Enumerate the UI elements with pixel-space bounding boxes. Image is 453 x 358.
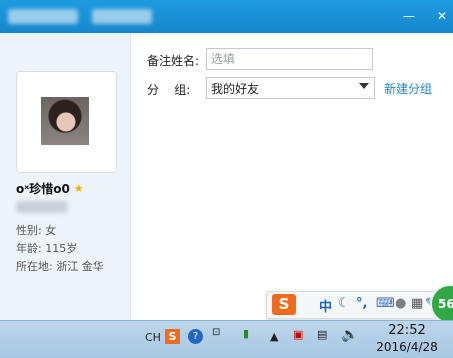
sogou-logo-icon[interactable]: S — [272, 294, 296, 315]
group-select[interactable]: 我的好友 — [206, 77, 375, 99]
help-icon[interactable]: ? — [188, 329, 203, 344]
user-icon[interactable]: ● — [395, 296, 406, 311]
usb-icon[interactable]: ▮ — [243, 327, 249, 340]
nickname: oˣ珍惜o0 ★ — [16, 180, 84, 197]
minimize-button[interactable]: — — [398, 6, 420, 26]
close-icon: ✕ — [436, 9, 448, 23]
chevron-down-icon — [359, 83, 369, 89]
minimize-icon: — — [403, 9, 415, 23]
clock-time: 22:52 — [388, 323, 426, 338]
group-label: 分 组: — [147, 83, 191, 97]
tray-expand-icon[interactable]: ▲ — [270, 330, 278, 343]
avatar[interactable] — [41, 97, 89, 145]
language-indicator[interactable]: CH — [145, 331, 161, 344]
punctuation-toggle[interactable]: °, — [356, 296, 367, 311]
close-button[interactable]: ✕ — [431, 6, 453, 26]
sogou-tray-icon[interactable]: S — [165, 329, 180, 344]
network-icon[interactable]: ▤ — [317, 328, 327, 341]
volume-icon[interactable]: 🔈 — [341, 327, 358, 343]
taskbar: CH S ? ⊡ ▮ ▲ ▣ ▤ 🔈 22:52 2016/4/28 — [0, 320, 453, 358]
blurred-title-text — [92, 9, 152, 24]
gender-row: 性别: 女 — [16, 224, 57, 237]
clock-date: 2016/4/28 — [376, 340, 438, 354]
keyboard-icon[interactable]: ⌨ — [376, 296, 395, 311]
blurred-title-text — [8, 9, 78, 24]
ime-mode-toggle[interactable]: 中 — [319, 296, 332, 315]
grid-menu-icon[interactable]: ▦ — [411, 296, 423, 311]
title-bar: — ✕ — [0, 0, 453, 33]
avatar-frame — [16, 71, 117, 173]
profile-panel: oˣ珍惜o0 ★ 性别: 女 年龄: 115岁 所在地: 浙江 金华 — [0, 33, 131, 320]
blurred-account-id — [16, 201, 68, 213]
network-error-icon[interactable]: ▣ — [293, 328, 303, 341]
new-group-link[interactable]: 新建分组 — [384, 80, 432, 97]
age-row: 年龄: 115岁 — [16, 242, 78, 255]
location-row: 所在地: 浙江 金华 — [16, 260, 104, 273]
remark-label: 备注姓名: — [147, 54, 200, 68]
ime-toolbar: S 中 ☾ °, ⌨ ● ▦ ✎ — [266, 291, 438, 319]
remark-input[interactable] — [206, 48, 373, 70]
ime-options-icon[interactable]: ⊡ — [212, 327, 220, 338]
nickname-text: oˣ珍惜o0 — [16, 182, 70, 196]
group-select-value: 我的好友 — [211, 81, 260, 96]
star-icon: ★ — [73, 182, 84, 195]
clock[interactable]: 22:52 2016/4/28 — [372, 323, 442, 354]
moon-icon[interactable]: ☾ — [338, 296, 350, 311]
